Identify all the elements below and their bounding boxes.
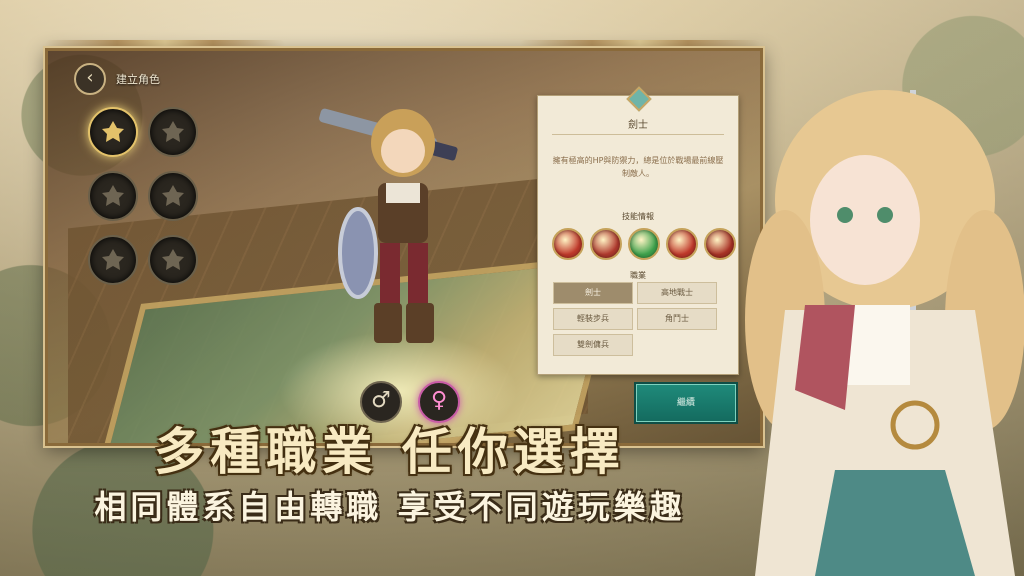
character-leg-right	[408, 243, 428, 313]
slogan-main: 多種職業 任你選擇	[154, 422, 626, 481]
jobs-title: 職業	[630, 271, 646, 280]
top-bar: ‹ 建立角色	[74, 63, 160, 95]
class-warrior-button[interactable]	[88, 107, 138, 157]
character-boot-left	[374, 303, 402, 343]
character-boot-right	[406, 303, 434, 343]
class-2-button[interactable]	[148, 107, 198, 157]
crest-icon	[102, 121, 124, 142]
class-selector	[88, 107, 198, 285]
chevron-left-icon: ‹	[86, 67, 94, 88]
skill-icon-2[interactable]	[590, 228, 622, 260]
female-icon: ♀	[430, 388, 448, 413]
crest-icon	[162, 121, 184, 142]
skills-title: 技能情報	[622, 212, 654, 221]
page-title: 建立角色	[116, 73, 160, 86]
job-list: 劍士 高地戰士 輕裝步兵 角鬥士 雙劍傭兵	[553, 282, 717, 356]
job-option[interactable]: 高地戰士	[637, 282, 717, 304]
class-info-panel: 劍士 擁有極高的HP與防禦力，總是位於戰場最前線壓制敵人。 技能情報 職業 劍士…	[537, 86, 739, 375]
slogan-sub: 相同體系自由轉職 享受不同遊玩樂趣	[94, 488, 686, 526]
crest-icon	[102, 249, 124, 270]
job-option[interactable]: 輕裝步兵	[553, 308, 633, 330]
heroine-eye-left	[837, 207, 853, 223]
shield	[338, 207, 378, 299]
divider	[552, 134, 724, 135]
heroine-eye-right	[877, 207, 893, 223]
crest-icon	[162, 185, 184, 206]
character-leg-left	[380, 243, 400, 313]
character-face	[381, 129, 425, 173]
skill-icon-4[interactable]	[666, 228, 698, 260]
heroine-illustration	[745, 90, 1024, 576]
skill-icon-5[interactable]	[704, 228, 736, 260]
class-3-button[interactable]	[88, 171, 138, 221]
back-button[interactable]: ‹	[74, 63, 106, 95]
class-name: 劍士	[628, 120, 648, 131]
skill-icon-3[interactable]	[628, 228, 660, 260]
class-5-button[interactable]	[88, 235, 138, 285]
job-option[interactable]: 劍士	[553, 282, 633, 304]
character-shirt	[386, 183, 420, 203]
job-option[interactable]: 雙劍傭兵	[553, 334, 633, 356]
character-preview	[319, 108, 458, 343]
class-description: 擁有極高的HP與防禦力，總是位於戰場最前線壓制敵人。	[552, 156, 724, 178]
crest-icon	[162, 249, 184, 270]
game-screen-frame: ‹ 建立角色 ♂ ♀ 劍士 擁有極高的HP與防禦力，總是位於戰場最前線壓制敵人。…	[45, 48, 763, 446]
class-6-button[interactable]	[148, 235, 198, 285]
crest-icon	[102, 185, 124, 206]
skill-list	[552, 228, 736, 260]
heroine-face	[810, 155, 920, 285]
skill-icon-1[interactable]	[552, 228, 584, 260]
class-4-button[interactable]	[148, 171, 198, 221]
male-icon: ♂	[371, 388, 391, 413]
job-option[interactable]: 角鬥士	[637, 308, 717, 330]
